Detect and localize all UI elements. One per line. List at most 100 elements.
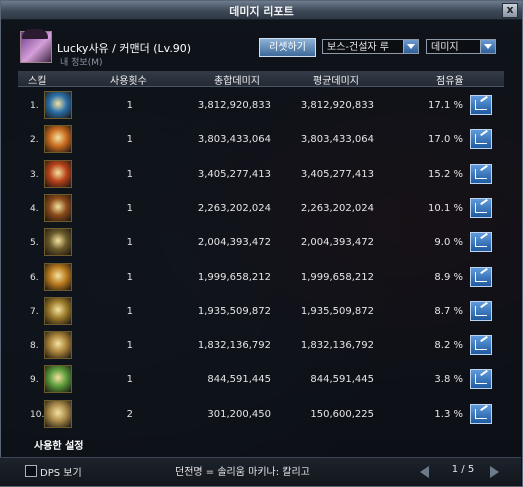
external-link-icon — [475, 168, 487, 179]
row-uses: 2 — [126, 408, 133, 420]
row-uses: 1 — [126, 100, 133, 111]
detail-button[interactable] — [470, 369, 492, 390]
row-average-damage: 844,591,445 — [310, 374, 374, 386]
external-link-icon — [475, 305, 487, 316]
table-row: 4. 1 2,263,202,024 2,263,202,024 10.1 % — [18, 192, 504, 226]
page-indicator: 1 / 5 — [451, 464, 475, 475]
row-rank: 9. — [30, 375, 39, 386]
row-share: 10.1 % — [428, 202, 463, 214]
table-row: 10. 2 301,200,450 150,600,225 1.3 % — [18, 398, 504, 432]
column-share: 점유율 — [436, 76, 464, 87]
row-total-damage: 1,935,509,872 — [197, 305, 271, 317]
detail-button[interactable] — [470, 129, 492, 150]
table-row: 3. 1 3,405,277,413 3,405,277,413 15.2 % — [18, 158, 504, 192]
row-rank: 5. — [30, 238, 39, 249]
row-uses: 1 — [126, 271, 133, 283]
close-button[interactable]: x — [502, 3, 518, 18]
row-average-damage: 3,803,433,064 — [300, 134, 374, 146]
row-average-damage: 3,812,920,833 — [300, 100, 374, 111]
row-uses: 1 — [126, 202, 133, 214]
reset-button[interactable]: 리셋하기 — [259, 38, 316, 57]
type-select-value: 데미지 — [431, 42, 459, 53]
row-rank: 6. — [30, 272, 39, 283]
row-uses: 1 — [126, 237, 133, 249]
column-skill: 스킬 — [28, 76, 47, 87]
row-total-damage: 3,803,433,064 — [197, 134, 271, 146]
row-average-damage: 1,999,658,212 — [300, 271, 374, 283]
row-average-damage: 1,832,136,792 — [300, 340, 374, 352]
row-uses: 1 — [126, 168, 133, 180]
boss-select-value: 보스-건설자 루 — [327, 42, 389, 53]
detail-button[interactable] — [470, 232, 492, 253]
skill-icon-blue-orbs — [44, 91, 72, 119]
detail-button[interactable] — [470, 95, 492, 115]
page-prev-arrow-icon[interactable] — [420, 466, 429, 478]
row-rank: 1. — [30, 101, 39, 111]
row-total-damage: 3,405,277,413 — [197, 168, 271, 180]
skill-icon-fire-burst — [44, 125, 72, 154]
column-uses: 사용횟수 — [110, 76, 147, 87]
detail-button[interactable] — [470, 197, 492, 218]
row-rank: 3. — [30, 169, 39, 180]
row-share: 3.8 % — [434, 374, 463, 386]
table-row: 7. 1 1,935,509,872 1,935,509,872 8.7 % — [18, 295, 504, 329]
detail-button[interactable] — [470, 163, 492, 184]
row-rank: 8. — [30, 341, 39, 352]
character-subtitle: 내 정보(M) — [60, 58, 103, 68]
window-title: 데미지 리포트 — [229, 5, 294, 18]
window-titlebar[interactable]: 데미지 리포트 x — [1, 1, 522, 20]
table-row: 2. 1 3,803,433,064 3,803,433,064 17.0 % — [18, 123, 504, 157]
chevron-down-icon[interactable] — [480, 40, 495, 53]
row-average-damage: 3,405,277,413 — [300, 168, 374, 180]
row-rank: 10. — [30, 409, 45, 420]
row-share: 9.0 % — [434, 237, 463, 249]
skill-icon-scythe — [44, 193, 72, 222]
row-total-damage: 301,200,450 — [207, 408, 271, 420]
row-average-damage: 1,935,509,872 — [300, 305, 374, 317]
row-share: 1.3 % — [434, 408, 463, 420]
dungeon-name: 던전명 = 솔리움 마키나: 칼리고 — [175, 467, 310, 478]
external-link-icon — [475, 202, 487, 213]
table-row: 5. 1 2,004,393,472 2,004,393,472 9.0 % — [18, 226, 504, 260]
row-total-damage: 1,999,658,212 — [197, 271, 271, 283]
external-link-icon — [475, 271, 487, 282]
page-next-arrow-icon[interactable] — [490, 466, 499, 478]
table-row: 9. 1 844,591,445 844,591,445 3.8 % — [18, 363, 504, 397]
row-uses: 1 — [126, 340, 133, 352]
column-average: 평균데미지 — [313, 76, 359, 87]
external-link-icon — [475, 408, 487, 419]
boss-select[interactable]: 보스-건설자 루 — [322, 39, 419, 54]
row-average-damage: 2,004,393,472 — [300, 237, 374, 249]
row-total-damage: 844,591,445 — [207, 374, 271, 386]
row-share: 8.9 % — [434, 271, 463, 283]
table-row: 8. 1 1,832,136,792 1,832,136,792 8.2 % — [18, 329, 504, 363]
row-share: 17.1 % — [428, 100, 463, 111]
row-average-damage: 150,600,225 — [310, 408, 374, 420]
dps-checkbox[interactable] — [25, 465, 37, 477]
skill-icon-red-swirl — [44, 159, 72, 188]
row-share: 17.0 % — [428, 134, 463, 146]
detail-button[interactable] — [470, 403, 492, 424]
row-uses: 1 — [126, 374, 133, 386]
skill-icon-cannon — [44, 399, 72, 428]
skill-icon-spark — [44, 296, 72, 325]
chevron-down-icon[interactable] — [403, 40, 418, 53]
detail-button[interactable] — [470, 335, 492, 356]
dps-label: DPS 보기 — [40, 468, 82, 479]
external-link-icon — [475, 237, 487, 248]
column-total: 총합데미지 — [214, 76, 260, 87]
skill-icon-bomb — [44, 331, 72, 360]
skill-icon-green-blast — [44, 365, 72, 394]
row-rank: 2. — [30, 135, 39, 146]
detail-button[interactable] — [470, 266, 492, 287]
detail-button[interactable] — [470, 300, 492, 321]
external-link-icon — [475, 340, 487, 351]
skill-icon-shot — [44, 228, 72, 257]
avatar-hat-icon — [22, 29, 48, 39]
row-total-damage: 2,004,393,472 — [197, 237, 271, 249]
table-row: 6. 1 1,999,658,212 1,999,658,212 8.9 % — [18, 261, 504, 295]
type-select[interactable]: 데미지 — [426, 39, 496, 54]
external-link-icon — [475, 100, 487, 110]
external-link-icon — [475, 374, 487, 385]
row-total-damage: 2,263,202,024 — [197, 202, 271, 214]
